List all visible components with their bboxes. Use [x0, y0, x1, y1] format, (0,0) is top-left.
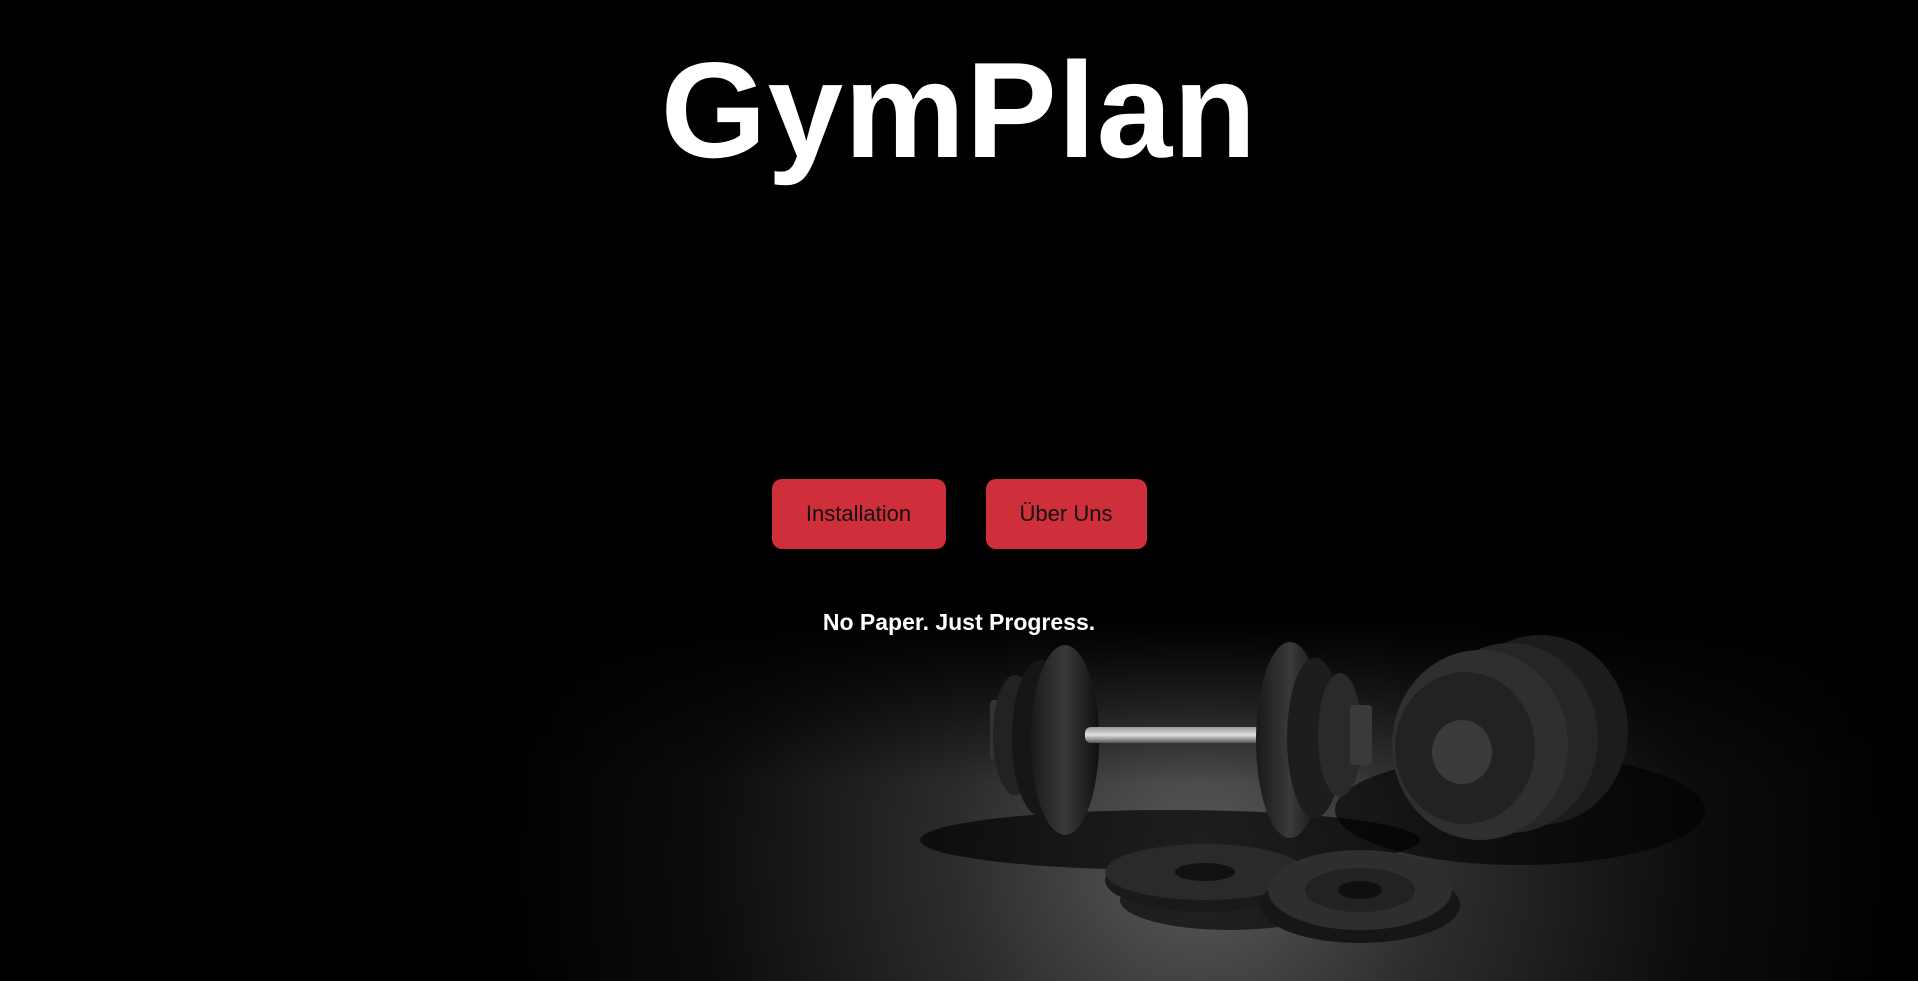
tagline: No Paper. Just Progress.	[822, 609, 1096, 635]
page-title: GymPlan	[660, 34, 1258, 186]
installation-button[interactable]: Installation	[771, 479, 946, 549]
about-us-button[interactable]: Über Uns	[985, 479, 1147, 549]
landing-page: GymPlan Installation Über Uns No Paper. …	[0, 0, 1918, 981]
action-buttons: Installation Über Uns	[0, 479, 1918, 549]
